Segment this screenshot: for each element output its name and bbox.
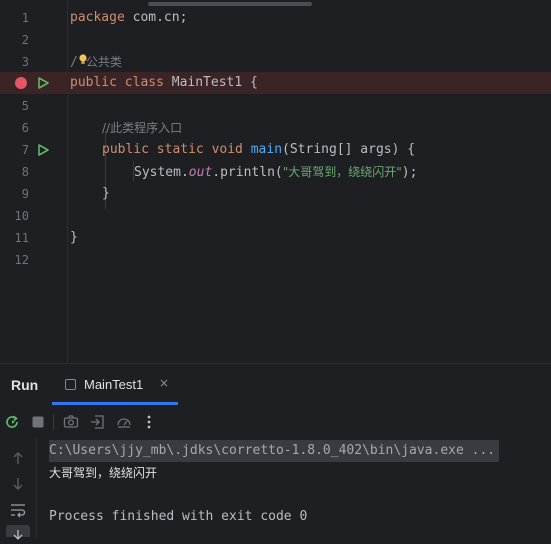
scroll-to-end-icon xyxy=(13,530,23,540)
program-output: 大哥驾到，绕绕闪开 xyxy=(49,466,158,480)
code-line-10[interactable]: 10 xyxy=(0,205,551,227)
coverage-icon[interactable] xyxy=(115,413,133,431)
stop-icon[interactable] xyxy=(29,413,47,431)
line-number: 6 xyxy=(21,121,29,135)
line-number: 2 xyxy=(21,33,29,47)
console-output[interactable]: C:\Users\jjy_mb\.jdks\corretto-1.8.0_402… xyxy=(0,439,551,540)
line-number: 10 xyxy=(14,209,29,223)
line-number: 8 xyxy=(21,165,29,179)
process-exit-message: Process finished with exit code 0 xyxy=(49,509,308,524)
code-line-4[interactable]: 4 public class MainTest1 { xyxy=(0,72,551,94)
command-line[interactable]: C:\Users\jjy_mb\.jdks\corretto-1.8.0_402… xyxy=(49,440,500,462)
code-text: public class MainTest1 { xyxy=(70,75,258,90)
close-tab-icon[interactable]: × xyxy=(159,376,169,390)
more-options-icon[interactable] xyxy=(140,413,158,431)
code-text: package com.cn; xyxy=(70,10,188,25)
code-text: public static void main(String[] args) { xyxy=(102,142,416,157)
code-line-6[interactable]: 6 //此类程序入口 xyxy=(0,117,551,139)
run-gutter-icon[interactable] xyxy=(37,144,49,156)
toolbar-separator xyxy=(53,414,54,430)
code-line-8[interactable]: 8 System.out.println("大哥驾到，绕绕闪开"); xyxy=(0,161,551,183)
soft-wrap-icon[interactable] xyxy=(9,501,27,519)
line-number: 9 xyxy=(21,187,29,201)
restore-layout-icon[interactable] xyxy=(89,413,107,431)
run-toolbar xyxy=(0,405,551,440)
line-number: 1 xyxy=(21,11,29,25)
horizontal-scrollbar[interactable] xyxy=(148,2,312,6)
tab-label: MainTest1 xyxy=(84,377,144,392)
code-editor[interactable]: 1 package com.cn; 2 3 /公共类 4 public clas… xyxy=(0,0,551,363)
code-line-5[interactable]: 5 xyxy=(0,95,551,117)
code-text: } xyxy=(70,230,78,245)
code-line-9[interactable]: 9 } xyxy=(0,183,551,205)
scroll-to-end-button[interactable] xyxy=(6,525,30,540)
console-side-toolbar xyxy=(0,439,36,540)
code-line-12[interactable]: 12 xyxy=(0,249,551,271)
code-line-7[interactable]: 7 public static void main(String[] args)… xyxy=(0,139,551,161)
breakpoint-icon[interactable] xyxy=(15,77,27,89)
line-number: 11 xyxy=(14,231,29,245)
line-number: 3 xyxy=(21,55,29,69)
code-text: System.out.println("大哥驾到，绕绕闪开"); xyxy=(134,165,418,180)
code-line-2[interactable]: 2 xyxy=(0,29,551,51)
rerun-icon[interactable] xyxy=(3,413,21,431)
run-panel-title[interactable]: Run xyxy=(11,377,38,393)
code-line-11[interactable]: 11 } xyxy=(0,227,551,249)
code-line-3[interactable]: 3 /公共类 xyxy=(0,51,551,73)
camera-icon[interactable] xyxy=(62,413,80,431)
lightbulb-icon[interactable] xyxy=(78,54,88,65)
run-config-icon xyxy=(65,379,76,390)
code-line-1[interactable]: 1 package com.cn; xyxy=(0,7,551,29)
line-number: 12 xyxy=(14,253,29,267)
code-text: } xyxy=(102,186,110,201)
comment-text: //此类程序入口 xyxy=(102,121,183,135)
run-tool-window-header: Run MainTest1 × xyxy=(0,363,551,406)
arrow-down-icon[interactable] xyxy=(9,475,27,493)
line-number: 5 xyxy=(21,99,29,113)
run-gutter-icon[interactable] xyxy=(37,77,49,89)
arrow-up-icon[interactable] xyxy=(9,449,27,467)
tab-maintest1[interactable]: MainTest1 × xyxy=(56,364,178,406)
line-number: 7 xyxy=(21,143,29,157)
console-separator xyxy=(36,439,37,537)
